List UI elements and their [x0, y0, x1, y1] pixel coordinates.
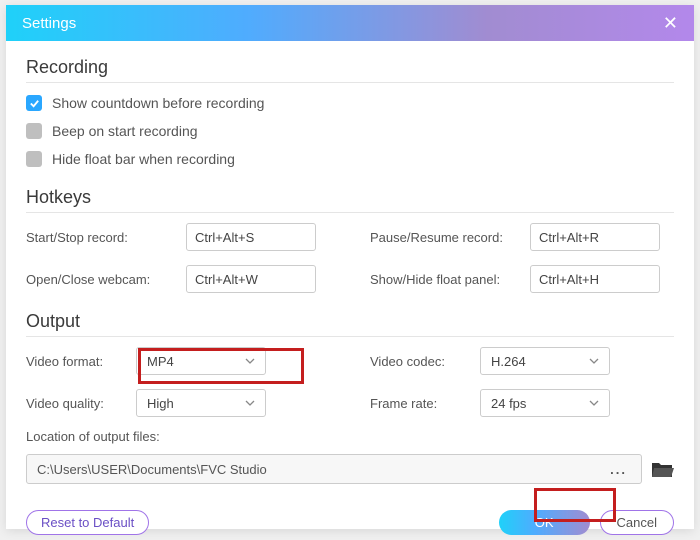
chevron-down-icon	[245, 356, 255, 366]
countdown-row[interactable]: Show countdown before recording	[26, 89, 674, 117]
recording-heading: Recording	[26, 57, 674, 83]
pause-resume-label: Pause/Resume record:	[370, 230, 530, 245]
frame-rate-value: 24 fps	[491, 396, 526, 411]
output-row: Video format: MP4	[26, 347, 330, 375]
hotkey-row: Pause/Resume record:	[370, 223, 674, 251]
pause-resume-input[interactable]	[530, 223, 660, 251]
video-codec-label: Video codec:	[370, 354, 480, 369]
chevron-down-icon	[589, 356, 599, 366]
hotkey-row: Start/Stop record:	[26, 223, 330, 251]
start-stop-label: Start/Stop record:	[26, 230, 186, 245]
hidefloat-label: Hide float bar when recording	[52, 151, 235, 167]
output-path-field[interactable]: C:\Users\USER\Documents\FVC Studio ...	[26, 454, 642, 484]
countdown-label: Show countdown before recording	[52, 95, 264, 111]
output-heading: Output	[26, 311, 674, 337]
folder-open-icon[interactable]	[650, 459, 674, 479]
checkbox-checked-icon[interactable]	[26, 95, 42, 111]
output-row: Video quality: High	[26, 389, 330, 417]
beep-label: Beep on start recording	[52, 123, 198, 139]
titlebar: Settings ✕	[6, 5, 694, 41]
checkbox-unchecked-icon[interactable]	[26, 123, 42, 139]
footer: Reset to Default OK Cancel	[6, 496, 694, 535]
cancel-button[interactable]: Cancel	[600, 510, 674, 535]
video-format-dropdown[interactable]: MP4	[136, 347, 266, 375]
video-quality-label: Video quality:	[26, 396, 136, 411]
video-format-value: MP4	[147, 354, 174, 369]
close-icon[interactable]: ✕	[663, 13, 678, 34]
hotkey-row: Show/Hide float panel:	[370, 265, 674, 293]
output-row: Video codec: H.264	[370, 347, 674, 375]
ok-button[interactable]: OK	[499, 510, 590, 535]
frame-rate-label: Frame rate:	[370, 396, 480, 411]
output-path-value: C:\Users\USER\Documents\FVC Studio	[37, 462, 267, 477]
video-codec-dropdown[interactable]: H.264	[480, 347, 610, 375]
location-label: Location of output files:	[26, 429, 674, 444]
show-hide-label: Show/Hide float panel:	[370, 272, 530, 287]
settings-window: Settings ✕ Recording Show countdown befo…	[6, 5, 694, 529]
chevron-down-icon	[589, 398, 599, 408]
output-row: Frame rate: 24 fps	[370, 389, 674, 417]
hidefloat-row[interactable]: Hide float bar when recording	[26, 145, 674, 173]
hotkeys-heading: Hotkeys	[26, 187, 674, 213]
open-close-label: Open/Close webcam:	[26, 272, 186, 287]
content-area: Recording Show countdown before recordin…	[6, 41, 694, 496]
ellipsis-icon[interactable]: ...	[610, 462, 631, 477]
video-codec-value: H.264	[491, 354, 526, 369]
frame-rate-dropdown[interactable]: 24 fps	[480, 389, 610, 417]
hotkey-row: Open/Close webcam:	[26, 265, 330, 293]
start-stop-input[interactable]	[186, 223, 316, 251]
reset-button[interactable]: Reset to Default	[26, 510, 149, 535]
open-close-input[interactable]	[186, 265, 316, 293]
video-quality-value: High	[147, 396, 174, 411]
checkbox-unchecked-icon[interactable]	[26, 151, 42, 167]
video-format-label: Video format:	[26, 354, 136, 369]
chevron-down-icon	[245, 398, 255, 408]
video-quality-dropdown[interactable]: High	[136, 389, 266, 417]
beep-row[interactable]: Beep on start recording	[26, 117, 674, 145]
window-title: Settings	[22, 15, 76, 32]
show-hide-input[interactable]	[530, 265, 660, 293]
